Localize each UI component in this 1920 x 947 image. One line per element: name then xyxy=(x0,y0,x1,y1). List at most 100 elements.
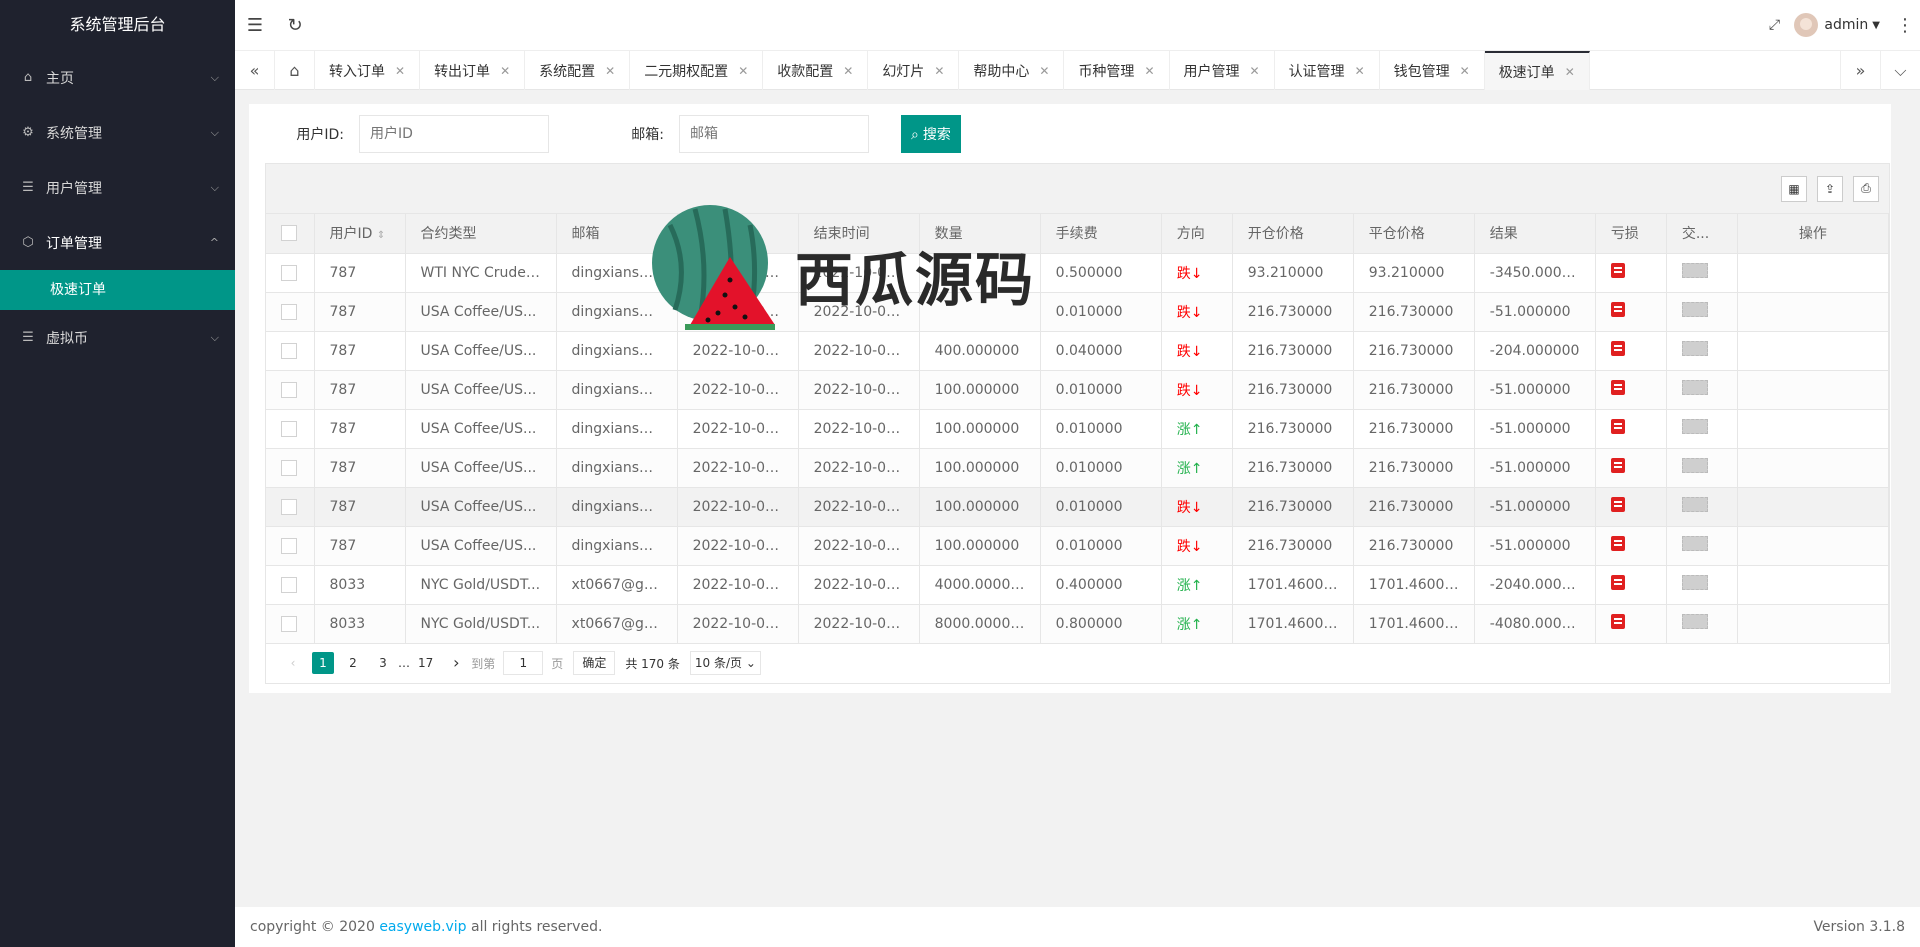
export-icon[interactable]: ⇪ xyxy=(1817,175,1843,202)
more-icon[interactable]: ⋮ xyxy=(1890,0,1920,50)
cell-actions[interactable] xyxy=(1737,253,1890,293)
tabs-scroll-right-icon[interactable]: » xyxy=(1840,51,1880,90)
cell-actions[interactable] xyxy=(1737,565,1890,605)
close-icon[interactable]: ✕ xyxy=(1250,64,1260,78)
table-row[interactable]: 787USA Coffee/US...dingxiansen...2022-10… xyxy=(266,448,1890,488)
cell-actions[interactable] xyxy=(1737,409,1890,449)
row-checkbox-cell[interactable] xyxy=(266,565,315,605)
email-input[interactable] xyxy=(679,115,869,153)
row-checkbox-cell[interactable] xyxy=(266,604,315,644)
cell-actions[interactable] xyxy=(1737,604,1890,644)
table-row[interactable]: 8033 NYC Gold/USDT... xt0667@gm... 2022-10-… xyxy=(266,604,1890,644)
tab-wallet[interactable]: 钱包管理 ✕ xyxy=(1380,51,1485,90)
sidebar-subitem-fast-orders[interactable]: 极速订单 xyxy=(0,270,235,310)
prev-page-icon[interactable]: ‹ xyxy=(282,652,304,674)
close-icon[interactable]: ✕ xyxy=(738,64,748,78)
footer-link[interactable]: easyweb.vip xyxy=(379,919,466,935)
close-icon[interactable]: ✕ xyxy=(934,64,944,78)
tab-option-config[interactable]: 二元期权配置 ✕ xyxy=(630,51,764,90)
fullscreen-icon[interactable]: ⤢ xyxy=(1754,0,1794,50)
row-checkbox-cell[interactable] xyxy=(266,487,315,527)
checkbox[interactable] xyxy=(281,420,297,437)
search-button[interactable]: ⌕ 搜索 xyxy=(901,115,961,153)
tab-transfer-in[interactable]: 转入订单 ✕ xyxy=(315,51,421,90)
page-link[interactable]: 17 xyxy=(414,652,437,674)
table-row[interactable]: 787USA Coffee/US...dingxiansen...2022-10… xyxy=(266,409,1890,449)
checkbox[interactable] xyxy=(281,537,297,554)
tab-users[interactable]: 用户管理 ✕ xyxy=(1170,51,1275,90)
row-checkbox-cell[interactable] xyxy=(266,331,315,371)
table-row[interactable]: 787USA Coffee/US...dingxiansen...2022-10… xyxy=(266,370,1890,410)
table-row[interactable]: 787USA Coffee/US...dingxiansen...2022-10… xyxy=(266,292,1890,332)
column-header-trade: 交... xyxy=(1666,214,1738,254)
tabs-scroll-left-icon[interactable]: « xyxy=(235,51,275,90)
table-row[interactable]: 8033 NYC Gold/USDT... xt0667@gm... 2022-10-… xyxy=(266,565,1890,605)
row-checkbox-cell[interactable] xyxy=(266,370,315,410)
tab-system-config[interactable]: 系统配置 ✕ xyxy=(525,51,631,90)
table-row[interactable]: 787USA Coffee/US...dingxiansen...2022-10… xyxy=(266,526,1890,566)
tabs-menu-chevron-down-icon[interactable]: ⌵ xyxy=(1880,51,1920,90)
checkbox[interactable] xyxy=(281,615,297,632)
columns-filter-icon[interactable]: ▦ xyxy=(1781,175,1807,202)
page-link[interactable]: 3 xyxy=(372,652,394,674)
sidebar-item-system[interactable]: ⚙ 系统管理 ⌵ xyxy=(0,105,235,160)
close-icon[interactable]: ✕ xyxy=(1355,64,1365,78)
close-icon[interactable]: ✕ xyxy=(395,64,405,78)
sort-icon[interactable]: ⇕ xyxy=(377,230,385,241)
page-size-select[interactable]: 10 条/页 ⌄ xyxy=(689,651,761,675)
sidebar-item-orders[interactable]: ⬡ 订单管理 ^ xyxy=(0,215,235,270)
table-row[interactable]: 787USA Coffee/US...dingxiansen...2022-10… xyxy=(266,331,1890,371)
row-checkbox-cell[interactable] xyxy=(266,292,315,332)
user-menu[interactable]: admin ▼ xyxy=(1794,13,1880,37)
select-all-checkbox-cell[interactable] xyxy=(266,214,315,254)
home-tab-icon[interactable]: ⌂ xyxy=(275,51,315,90)
checkbox[interactable] xyxy=(281,498,297,515)
close-icon[interactable]: ✕ xyxy=(605,64,615,78)
close-icon[interactable]: ✕ xyxy=(1144,64,1154,78)
sidebar-item-home[interactable]: ⌂ 主页 ⌵ xyxy=(0,50,235,105)
close-icon[interactable]: ✕ xyxy=(843,64,853,78)
tab-transfer-out[interactable]: 转出订单 ✕ xyxy=(420,51,526,90)
tab-auth[interactable]: 认证管理 ✕ xyxy=(1275,51,1380,90)
tab-payment-config[interactable]: 收款配置 ✕ xyxy=(763,51,869,90)
table-row[interactable]: 787USA Coffee/US...dingxiansen...2022-10… xyxy=(266,487,1890,527)
goto-confirm-button[interactable]: 确定 xyxy=(573,651,616,675)
cell-actions[interactable] xyxy=(1737,487,1890,527)
refresh-icon[interactable]: ↻ xyxy=(275,0,315,50)
checkbox[interactable] xyxy=(281,342,297,359)
table-row[interactable]: 787WTI NYC Crude ...dingxiansen...2022-1… xyxy=(266,253,1890,293)
cell-actions[interactable] xyxy=(1737,448,1890,488)
cell-actions[interactable] xyxy=(1737,331,1890,371)
tab-currency[interactable]: 币种管理 ✕ xyxy=(1064,51,1170,90)
checkbox[interactable] xyxy=(281,264,297,281)
collapse-menu-icon[interactable]: ☰ xyxy=(235,0,275,50)
cell-actions[interactable] xyxy=(1737,292,1890,332)
checkbox[interactable] xyxy=(281,459,297,476)
checkbox[interactable] xyxy=(281,303,297,320)
close-icon[interactable]: ✕ xyxy=(1039,64,1049,78)
tab-fast-orders[interactable]: 极速订单 ✕ xyxy=(1484,51,1590,90)
checkbox[interactable] xyxy=(281,225,297,242)
tab-help[interactable]: 帮助中心 ✕ xyxy=(959,51,1065,90)
print-icon[interactable]: ⎙ xyxy=(1853,175,1879,202)
cell-actions[interactable] xyxy=(1737,370,1890,410)
page-link[interactable]: 1 xyxy=(312,652,334,674)
tab-slides[interactable]: 幻灯片 ✕ xyxy=(868,51,960,90)
row-checkbox-cell[interactable] xyxy=(266,526,315,566)
close-icon[interactable]: ✕ xyxy=(1460,64,1470,78)
close-icon[interactable]: ✕ xyxy=(1565,65,1575,79)
user-id-input[interactable] xyxy=(359,115,549,153)
goto-page-input[interactable]: 1 xyxy=(503,651,544,675)
checkbox[interactable] xyxy=(281,381,297,398)
sidebar-item-users[interactable]: ☰ 用户管理 ⌵ xyxy=(0,160,235,215)
column-header-user-id[interactable]: 用户ID ⇕ xyxy=(314,214,406,254)
row-checkbox-cell[interactable] xyxy=(266,448,315,488)
row-checkbox-cell[interactable] xyxy=(266,409,315,449)
page-link[interactable]: 2 xyxy=(342,652,364,674)
sidebar-item-crypto[interactable]: ☰ 虚拟币 ⌵ xyxy=(0,310,235,365)
cell-actions[interactable] xyxy=(1737,526,1890,566)
checkbox[interactable] xyxy=(281,576,297,593)
close-icon[interactable]: ✕ xyxy=(500,64,510,78)
row-checkbox-cell[interactable] xyxy=(266,253,315,293)
next-page-icon[interactable]: › xyxy=(445,652,467,674)
